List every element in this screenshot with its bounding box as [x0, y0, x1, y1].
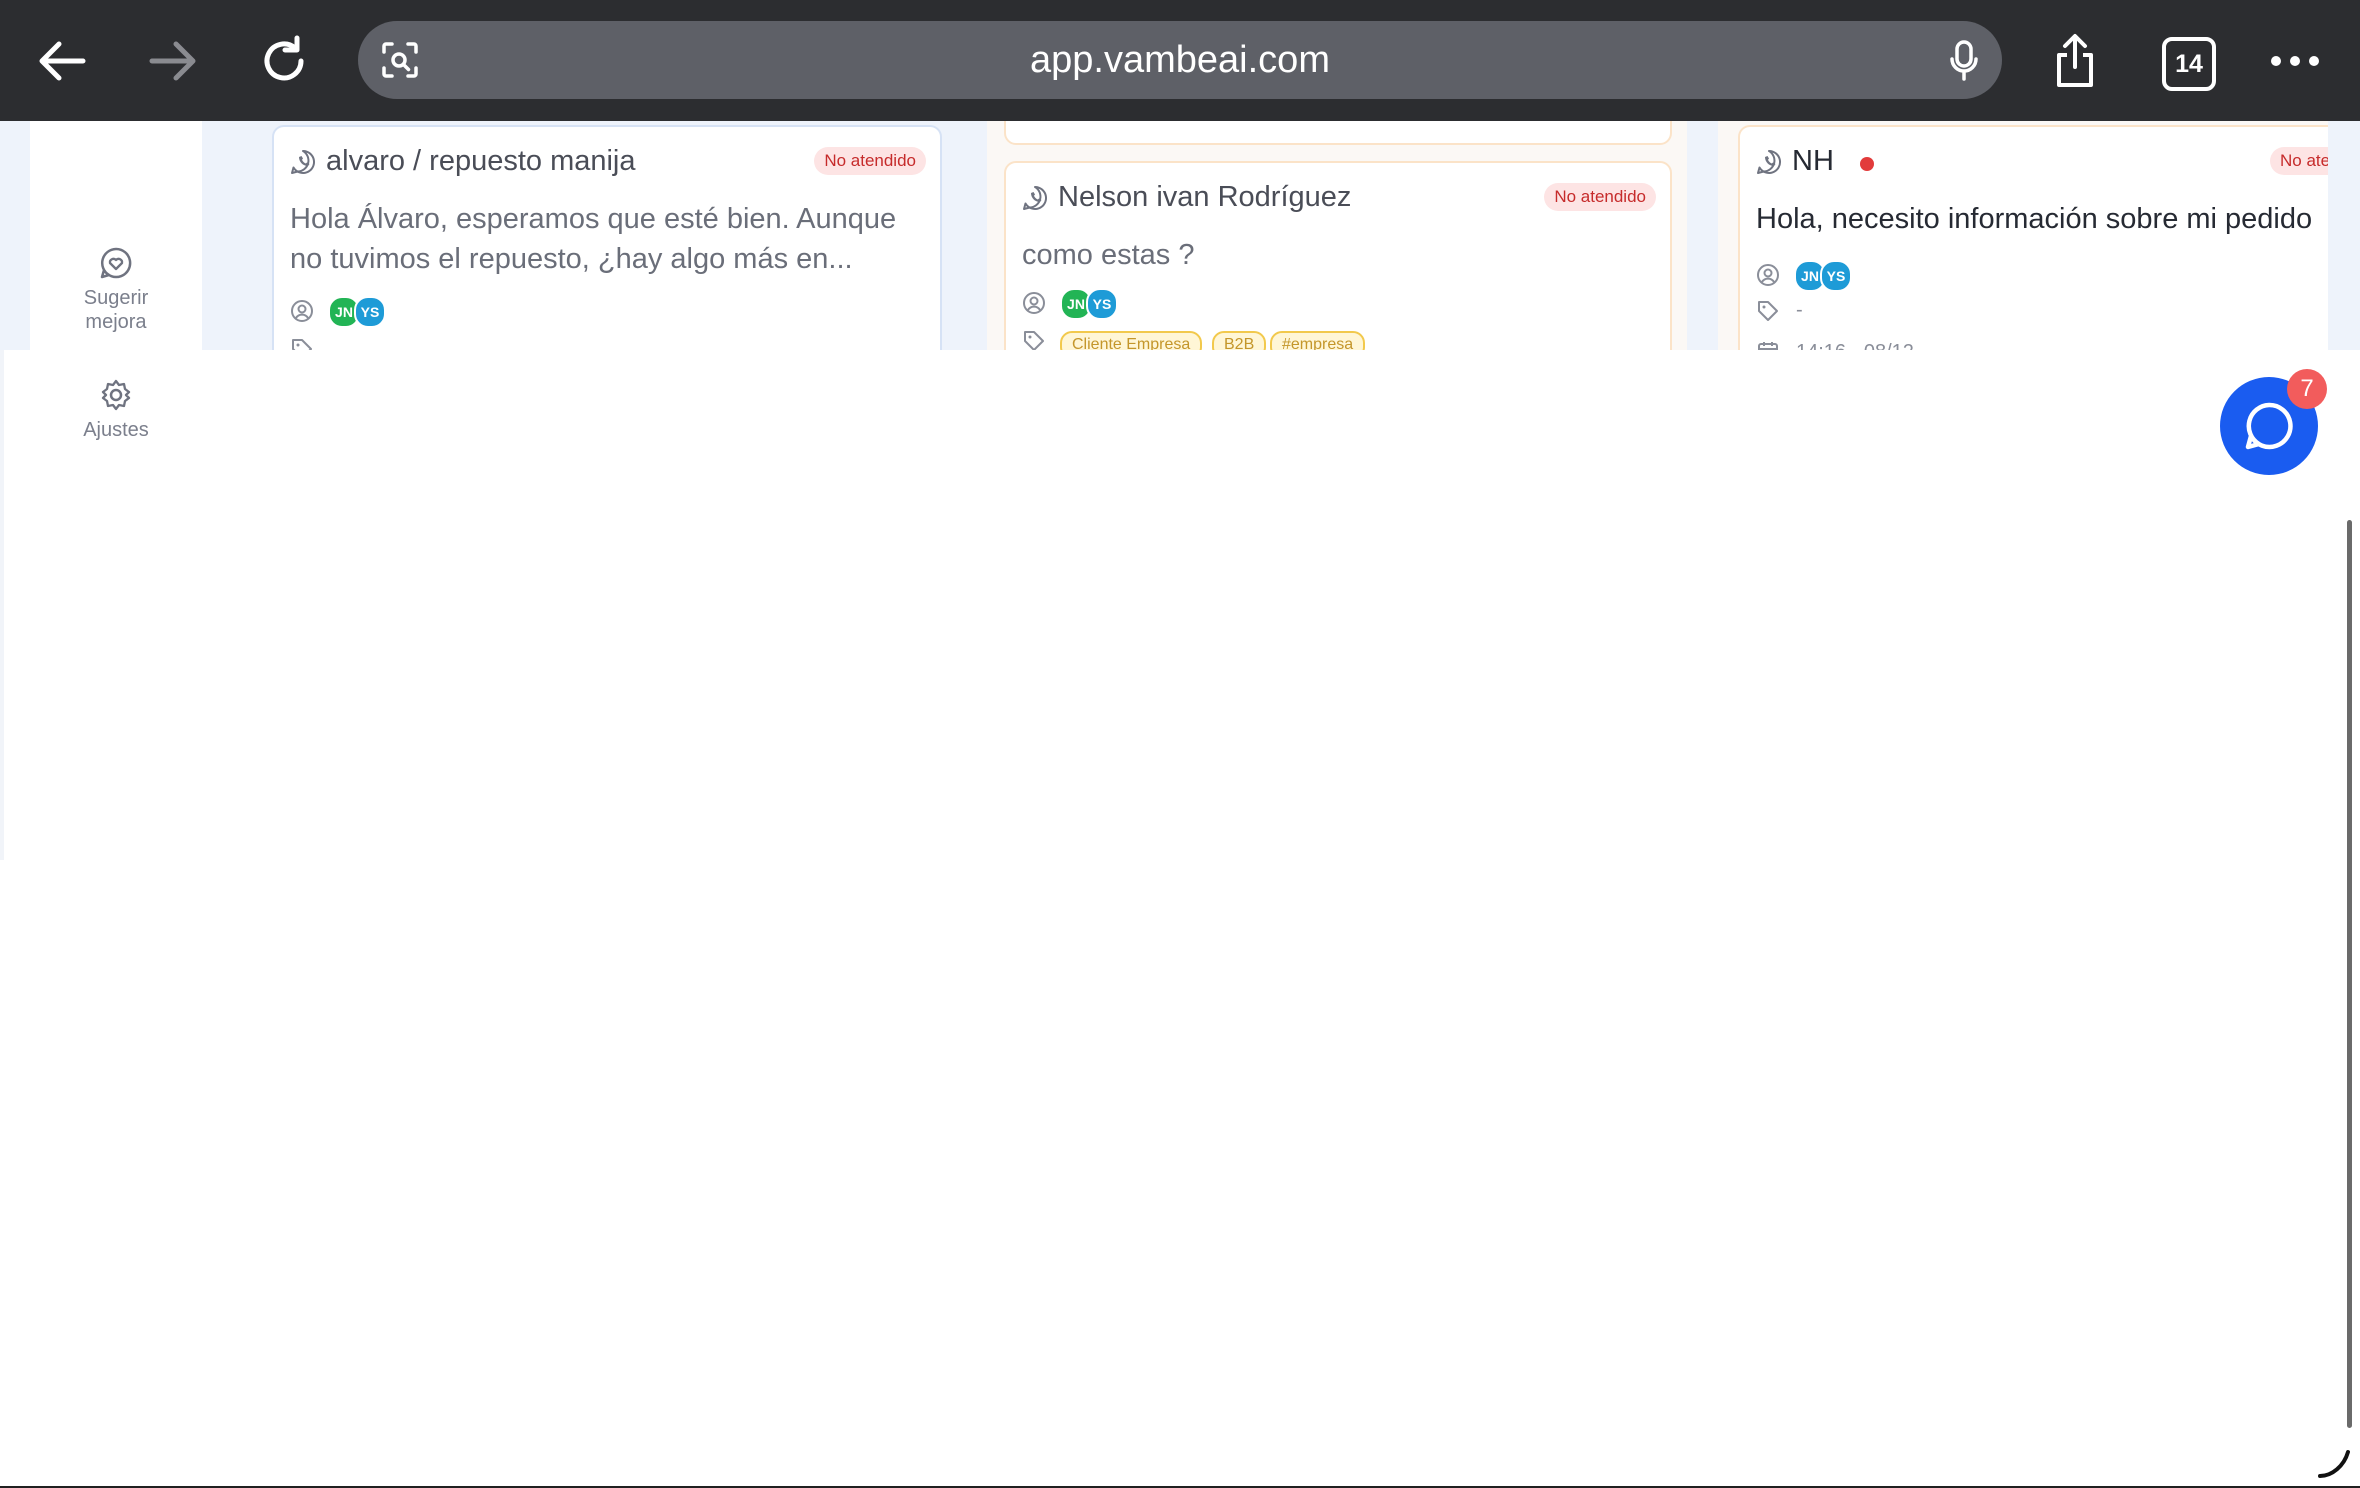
whatsapp-icon — [291, 149, 315, 174]
status-badge: No atendido — [814, 147, 926, 175]
microphone-icon[interactable] — [1948, 39, 1980, 83]
conversation-card[interactable] — [1004, 121, 1672, 145]
back-button[interactable] — [27, 26, 97, 96]
avatar: YS — [1820, 260, 1852, 292]
tag-chip: #empresa — [1270, 331, 1366, 350]
card-title: Nelson ivan Rodríguez — [1058, 181, 1352, 213]
left-edge-shade — [0, 350, 4, 860]
tag-icon — [1758, 301, 1778, 321]
more-menu-button[interactable] — [2260, 26, 2330, 96]
url-text: app.vambeai.com — [1030, 39, 1330, 81]
kanban-column-2: Nelson ivan Rodríguez No atendido como e… — [987, 121, 1687, 350]
share-button[interactable] — [2040, 26, 2110, 96]
kanban-column-3: NH No atendido Hola, necesito informació… — [1718, 121, 2328, 350]
card-message-line: Hola, necesito información sobre mi pedi… — [1756, 203, 2313, 235]
conversation-card[interactable]: alvaro / repuesto manija No atendido Hol… — [272, 125, 942, 350]
avatar: YS — [1086, 288, 1118, 320]
avatar: YS — [354, 296, 386, 328]
sidebar-item-label: Ajustes — [83, 419, 149, 441]
card-title: NH — [1792, 145, 1834, 177]
tab-count-button[interactable]: 14 — [2162, 37, 2216, 91]
conversation-card[interactable]: Nelson ivan Rodríguez No atendido como e… — [1004, 161, 1672, 350]
kanban-column-1: alvaro / repuesto manija No atendido Hol… — [224, 121, 957, 350]
sidebar-item-settings[interactable]: Ajustes — [30, 378, 202, 442]
sidebar-item-suggest[interactable]: Sugerir mejora — [30, 246, 202, 334]
address-bar[interactable]: app.vambeai.com — [358, 21, 2002, 99]
card-date: 14:16 - 08/12 — [1796, 341, 1914, 350]
reload-icon — [264, 35, 304, 81]
gear-icon — [101, 379, 131, 411]
more-dots-icon — [2271, 56, 2319, 66]
tag-icon — [292, 339, 312, 350]
forward-button[interactable] — [138, 26, 208, 96]
whatsapp-icon — [1757, 149, 1781, 174]
status-badge: No atendido — [1544, 183, 1656, 211]
card-message-line: como estas ? — [1022, 239, 1195, 271]
browser-toolbar: app.vambeai.com 14 — [0, 0, 2360, 121]
vertical-scrollbar[interactable] — [2347, 520, 2352, 1428]
share-icon — [2057, 34, 2093, 87]
conversation-card[interactable]: NH No atendido Hola, necesito informació… — [1738, 125, 2328, 350]
sidebar-item-label: Sugerir mejora — [83, 287, 149, 333]
resize-corner-icon[interactable] — [2316, 1446, 2352, 1480]
unread-count-badge: 7 — [2287, 369, 2327, 409]
whatsapp-icon — [1023, 185, 1047, 210]
user-circle-icon — [291, 300, 313, 322]
arrow-right-icon — [149, 41, 196, 81]
card-title: alvaro / repuesto manija — [326, 145, 636, 177]
arrow-left-icon — [39, 41, 86, 81]
card-message-line: Hola Álvaro, esperamos que esté bien. Au… — [290, 203, 897, 235]
unread-dot — [1860, 157, 1874, 171]
user-circle-icon — [1757, 264, 1779, 286]
tag-icon — [1024, 331, 1044, 350]
card-message-line: no tuvimos el repuesto, ¿hay algo más en… — [290, 243, 853, 275]
tag-chip: Cliente Empresa — [1060, 331, 1203, 350]
status-badge: No atendido — [2270, 147, 2328, 175]
tag-chip: B2B — [1212, 331, 1267, 350]
reload-button[interactable] — [249, 26, 319, 96]
heart-chat-icon — [100, 247, 132, 279]
chat-bubble-icon — [2245, 402, 2293, 450]
tags-placeholder: - — [1796, 299, 1803, 321]
user-circle-icon — [1023, 292, 1045, 314]
calendar-icon — [1758, 342, 1778, 350]
